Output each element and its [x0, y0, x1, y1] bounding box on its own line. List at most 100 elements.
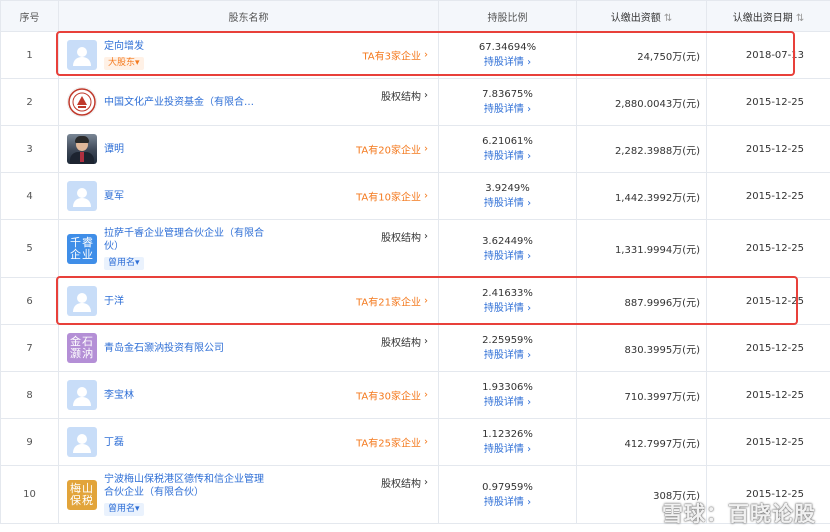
header-date[interactable]: 认缴出资日期 ⇅: [706, 0, 830, 32]
shareholder-name-link[interactable]: 宁波梅山保税港区德传和信企业管理合伙企业（有限合伙）: [104, 473, 264, 499]
holding-percentage: 67.34694%: [478, 42, 537, 53]
shareholder-name-link[interactable]: 谭明: [104, 143, 124, 156]
chevron-right-icon: ›: [527, 444, 532, 455]
caret-down-icon: ▾: [135, 258, 140, 268]
holding-detail-link[interactable]: 持股详情 ›: [439, 395, 576, 410]
header-no: 序号: [0, 0, 59, 32]
pct-cell: 7.83675% 持股详情 ›: [438, 78, 577, 126]
related-companies-link[interactable]: TA有25家企业 ›: [356, 435, 428, 450]
shareholder-name-link[interactable]: 夏军: [104, 190, 124, 203]
shareholder-cell: 金石灏汭 青岛金石灏汭投资有限公司 股权结构 ›: [58, 324, 439, 372]
table-header-row: 序号 股东名称 持股比例 认缴出资额 ⇅ 认缴出资日期 ⇅: [0, 0, 830, 32]
shareholder-name-link[interactable]: 丁磊: [104, 436, 124, 449]
equity-structure-link[interactable]: 股权结构 ›: [381, 334, 428, 349]
shareholder-name-link[interactable]: 定向增发: [104, 40, 144, 53]
chevron-right-icon: ›: [424, 90, 428, 101]
pct-cell: 2.41633% 持股详情 ›: [438, 277, 577, 325]
row-number: 4: [0, 172, 59, 220]
major-shareholder-tag[interactable]: 大股东▾: [104, 57, 144, 70]
shareholder-cell: 千睿企业 拉萨千睿企业管理合伙企业（有限合伙） 曾用名▾ 股权结构 ›: [58, 219, 439, 278]
subscribed-amount: 1,442.3992万(元): [576, 172, 707, 220]
pct-cell: 0.97959% 持股详情 ›: [438, 465, 577, 524]
holding-detail-link[interactable]: 持股详情 ›: [439, 196, 576, 211]
pct-cell: 67.34694% 持股详情 ›: [438, 31, 577, 79]
shareholder-name-link[interactable]: 李宝林: [104, 389, 134, 402]
chevron-right-icon: ›: [527, 198, 532, 209]
table-row: 2 中国文化产业投资基金（有限合… 股权结构 › 7.83675% 持股详情 › …: [0, 78, 830, 126]
holding-detail-link[interactable]: 持股详情 ›: [439, 442, 576, 457]
subscribed-date: 2015-12-25: [706, 219, 830, 278]
chevron-right-icon: ›: [424, 389, 428, 401]
chevron-right-icon: ›: [527, 57, 532, 68]
chevron-right-icon: ›: [424, 143, 428, 155]
row-number: 5: [0, 219, 59, 278]
avatar-text: 金石灏汭: [70, 335, 94, 360]
equity-structure-link[interactable]: 股权结构 ›: [381, 229, 428, 244]
shareholder-name-link[interactable]: 于洋: [104, 295, 124, 308]
row-number: 6: [0, 277, 59, 325]
chevron-right-icon: ›: [527, 350, 532, 361]
sort-icon[interactable]: ⇅: [664, 13, 672, 24]
holding-percentage: 2.25959%: [482, 335, 533, 346]
holding-detail-link[interactable]: 持股详情 ›: [439, 301, 576, 316]
avatar-text: 梅山保税: [70, 481, 94, 507]
table-row: 7 金石灏汭 青岛金石灏汭投资有限公司 股权结构 › 2.25959% 持股详情 …: [0, 324, 830, 372]
header-name: 股东名称: [58, 0, 439, 32]
chevron-right-icon: ›: [527, 397, 532, 408]
former-name-tag[interactable]: 曾用名▾: [104, 503, 144, 516]
watermark: 雪球：百晓论股: [662, 502, 816, 526]
holding-detail-link[interactable]: 持股详情 ›: [439, 348, 576, 363]
pct-cell: 3.62449% 持股详情 ›: [438, 219, 577, 278]
pct-cell: 3.9249% 持股详情 ›: [438, 172, 577, 220]
related-companies-link[interactable]: TA有10家企业 ›: [356, 189, 428, 204]
subscribed-amount: 2,880.0043万(元): [576, 78, 707, 126]
person-avatar-icon: [67, 286, 97, 316]
holding-percentage: 6.21061%: [482, 136, 533, 147]
related-companies-link[interactable]: TA有30家企业 ›: [356, 388, 428, 403]
former-name-tag[interactable]: 曾用名▾: [104, 257, 144, 270]
row-number: 1: [0, 31, 59, 79]
shareholder-cell: 于洋 TA有21家企业 ›: [58, 277, 439, 325]
person-avatar-icon: [67, 40, 97, 70]
pct-cell: 1.12326% 持股详情 ›: [438, 418, 577, 466]
related-companies-link[interactable]: TA有21家企业 ›: [356, 294, 428, 309]
table-row: 5 千睿企业 拉萨千睿企业管理合伙企业（有限合伙） 曾用名▾ 股权结构 › 3.6…: [0, 219, 830, 278]
row-number: 10: [0, 465, 59, 524]
shareholder-name-link[interactable]: 拉萨千睿企业管理合伙企业（有限合伙）: [104, 227, 264, 253]
subscribed-date: 2015-12-25: [706, 172, 830, 220]
shareholder-cell: 定向增发 大股东▾ TA有3家企业 ›: [58, 31, 439, 79]
subscribed-amount: 887.9996万(元): [576, 277, 707, 325]
pct-cell: 2.25959% 持股详情 ›: [438, 324, 577, 372]
holding-detail-link[interactable]: 持股详情 ›: [439, 149, 576, 164]
related-companies-link[interactable]: TA有20家企业 ›: [356, 142, 428, 157]
row-number: 7: [0, 324, 59, 372]
holding-detail-link[interactable]: 持股详情 ›: [439, 55, 576, 70]
holding-detail-link[interactable]: 持股详情 ›: [439, 249, 576, 264]
shareholder-name-link[interactable]: 中国文化产业投资基金（有限合…: [104, 96, 254, 109]
shareholder-cell: 谭明 TA有20家企业 ›: [58, 125, 439, 173]
subscribed-date: 2015-12-25: [706, 418, 830, 466]
company-avatar: 梅山保税: [67, 479, 97, 510]
chevron-right-icon: ›: [424, 49, 428, 61]
holding-percentage: 7.83675%: [482, 89, 533, 100]
sort-icon[interactable]: ⇅: [796, 13, 804, 24]
equity-structure-link[interactable]: 股权结构 ›: [381, 475, 428, 490]
shareholder-cell: 夏军 TA有10家企业 ›: [58, 172, 439, 220]
equity-structure-link[interactable]: 股权结构 ›: [381, 88, 428, 103]
avatar-text: 千睿企业: [70, 235, 94, 261]
chevron-right-icon: ›: [424, 477, 428, 488]
caret-down-icon: ▾: [135, 504, 140, 514]
table-row: 9 丁磊 TA有25家企业 › 1.12326% 持股详情 › 412.7997万…: [0, 418, 830, 466]
holding-percentage: 3.9249%: [485, 183, 530, 194]
chevron-right-icon: ›: [424, 231, 428, 242]
holding-percentage: 1.93306%: [482, 382, 533, 393]
related-companies-link[interactable]: TA有3家企业 ›: [362, 48, 428, 63]
shareholder-name-link[interactable]: 青岛金石灏汭投资有限公司: [104, 342, 224, 355]
chevron-right-icon: ›: [527, 250, 532, 262]
holding-detail-link[interactable]: 持股详情 ›: [439, 495, 576, 510]
subscribed-amount: 2,282.3988万(元): [576, 125, 707, 173]
header-amount[interactable]: 认缴出资额 ⇅: [576, 0, 707, 32]
holding-percentage: 2.41633%: [482, 288, 533, 299]
holding-detail-link[interactable]: 持股详情 ›: [439, 102, 576, 117]
subscribed-amount: 24,750万(元): [576, 31, 707, 79]
